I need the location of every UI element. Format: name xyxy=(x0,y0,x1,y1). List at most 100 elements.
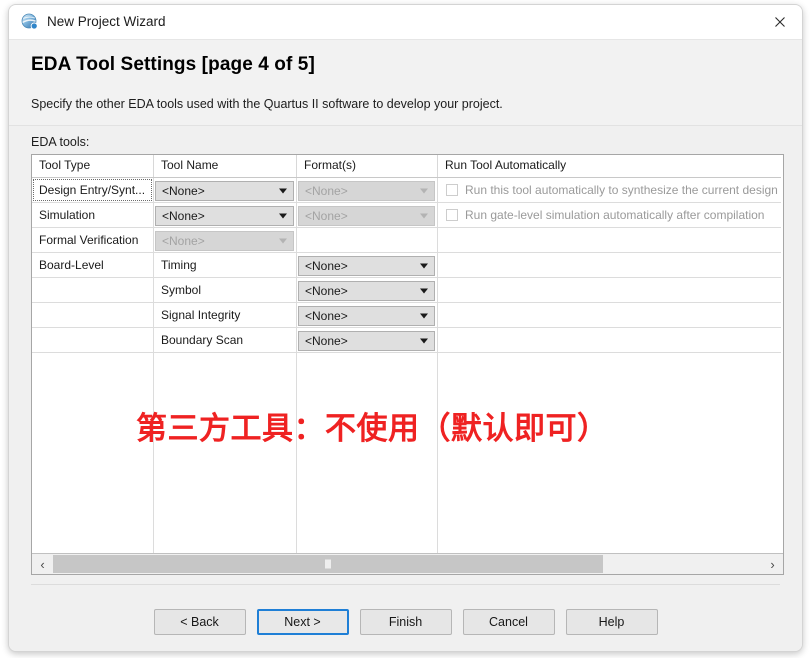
tool-type-label: Formal Verification xyxy=(39,233,139,247)
cell-format[interactable]: <None> xyxy=(297,278,438,302)
tool-type-label: Design Entry/Synt... xyxy=(39,183,146,197)
combo-value: <None> xyxy=(162,183,205,198)
cell-format[interactable] xyxy=(297,228,438,252)
new-project-wizard-dialog: New Project Wizard EDA Tool Settings [pa… xyxy=(8,4,803,652)
table-row: Signal Integrity <None> xyxy=(32,303,781,328)
combo-value: <None> xyxy=(305,283,348,298)
cell-tool-type[interactable]: Design Entry/Synt... xyxy=(32,178,154,202)
run-auto-label: Run this tool automatically to synthesiz… xyxy=(465,183,778,197)
dialog-titlebar: New Project Wizard xyxy=(9,5,802,40)
page-title: EDA Tool Settings [page 4 of 5] xyxy=(31,54,315,75)
cell-tool-name[interactable]: <None> xyxy=(154,203,297,227)
cell-run-tool-automatically[interactable]: Run gate-level simulation automatically … xyxy=(438,203,781,227)
tool-name-dropdown[interactable]: <None> xyxy=(155,205,294,226)
combo-value: <None> xyxy=(305,308,348,323)
chevron-down-icon xyxy=(420,313,428,318)
cell-tool-name[interactable]: Signal Integrity xyxy=(154,303,297,327)
cell-tool-type[interactable]: Simulation xyxy=(32,203,154,227)
tool-type-label: Simulation xyxy=(39,208,96,222)
cell-run-tool-automatically[interactable] xyxy=(438,253,781,277)
cell-run-tool-automatically[interactable]: Run this tool automatically to synthesiz… xyxy=(438,178,781,202)
dialog-button-bar: < Back Next > Finish Cancel Help xyxy=(9,609,802,635)
cell-tool-type[interactable] xyxy=(32,303,154,327)
format-dropdown[interactable]: <None> xyxy=(298,280,435,301)
table-row: Formal Verification <None> xyxy=(32,228,781,253)
cell-run-tool-automatically[interactable] xyxy=(438,278,781,302)
format-dropdown: <None> xyxy=(298,205,435,226)
tool-name-label: Signal Integrity xyxy=(161,308,241,322)
table-row: Symbol <None> xyxy=(32,278,781,303)
format-dropdown: <None> xyxy=(298,180,435,201)
scroll-right-arrow-icon[interactable]: › xyxy=(762,554,783,574)
format-dropdown[interactable]: <None> xyxy=(298,255,435,276)
cell-tool-name[interactable]: Boundary Scan xyxy=(154,328,297,352)
back-button[interactable]: < Back xyxy=(153,609,246,635)
red-annotation-text: 第三方工具：不使用（默认即可） xyxy=(136,411,609,446)
dialog-header-band: EDA Tool Settings [page 4 of 5] Specify … xyxy=(9,40,802,126)
chevron-down-icon xyxy=(279,213,287,218)
eda-tools-table-viewport: Tool Type Tool Name Format(s) Run Tool Auto… xyxy=(32,155,781,553)
footer-separator xyxy=(31,584,780,585)
combo-value: <None> xyxy=(162,233,205,248)
cell-format[interactable]: <None> xyxy=(297,303,438,327)
column-header-1[interactable]: Tool Name xyxy=(154,155,297,177)
tool-name-label: Symbol xyxy=(161,283,202,297)
chevron-down-icon xyxy=(420,338,428,343)
table-row: Design Entry/Synt... <None> <None> Run this… xyxy=(32,178,781,203)
cell-run-tool-automatically[interactable] xyxy=(438,228,781,252)
cell-tool-type[interactable]: Formal Verification xyxy=(32,228,154,252)
format-dropdown[interactable]: <None> xyxy=(298,305,435,326)
tool-name-label: Boundary Scan xyxy=(161,333,244,347)
quartus-globe-icon xyxy=(21,13,39,31)
finish-button[interactable]: Finish xyxy=(359,609,452,635)
dialog-title: New Project Wizard xyxy=(47,14,166,29)
column-header-2[interactable]: Format(s) xyxy=(297,155,438,177)
cell-tool-name[interactable]: <None> xyxy=(154,178,297,202)
cell-run-tool-automatically[interactable] xyxy=(438,328,781,352)
help-button[interactable]: Help xyxy=(565,609,658,635)
chevron-down-icon xyxy=(279,188,287,193)
column-header-3[interactable]: Run Tool Automatically xyxy=(438,155,781,177)
run-auto-checkbox-wrap[interactable]: Run gate-level simulation automatically … xyxy=(438,208,781,222)
dialog-body: EDA tools: Tool Type Tool Name Format(s) Ru… xyxy=(9,126,802,651)
cell-format[interactable]: <None> xyxy=(297,203,438,227)
cell-format[interactable]: <None> xyxy=(297,178,438,202)
run-auto-label: Run gate-level simulation automatically … xyxy=(465,208,765,222)
close-icon[interactable] xyxy=(758,5,802,39)
combo-value: <None> xyxy=(305,258,348,273)
horizontal-scrollbar[interactable]: ‹ › xyxy=(32,553,783,574)
combo-value: <None> xyxy=(305,183,348,198)
chevron-down-icon xyxy=(420,288,428,293)
run-auto-checkbox-wrap[interactable]: Run this tool automatically to synthesiz… xyxy=(438,183,781,197)
cell-tool-name[interactable]: <None> xyxy=(154,228,297,252)
cancel-button[interactable]: Cancel xyxy=(462,609,555,635)
tool-name-dropdown[interactable]: <None> xyxy=(155,180,294,201)
cell-tool-name[interactable]: Symbol xyxy=(154,278,297,302)
table-row: Board-Level Timing <None> xyxy=(32,253,781,278)
table-row: Boundary Scan <None> xyxy=(32,328,781,353)
cell-tool-type[interactable] xyxy=(32,328,154,352)
scrollbar-track[interactable] xyxy=(53,554,762,574)
tool-type-label: Board-Level xyxy=(39,258,104,272)
combo-value: <None> xyxy=(162,208,205,223)
column-header-0[interactable]: Tool Type xyxy=(32,155,154,177)
eda-tools-label: EDA tools: xyxy=(31,135,90,149)
run-auto-checkbox[interactable] xyxy=(446,209,458,221)
scroll-left-arrow-icon[interactable]: ‹ xyxy=(32,554,53,574)
cell-tool-name[interactable]: Timing xyxy=(154,253,297,277)
cell-tool-type[interactable]: Board-Level xyxy=(32,253,154,277)
screenshot-root: New Project Wizard EDA Tool Settings [pa… xyxy=(0,0,811,658)
cell-format[interactable]: <None> xyxy=(297,253,438,277)
page-subtitle: Specify the other EDA tools used with th… xyxy=(31,97,503,111)
scrollbar-thumb[interactable] xyxy=(53,555,603,573)
run-auto-checkbox[interactable] xyxy=(446,184,458,196)
chevron-down-icon xyxy=(420,188,428,193)
next-button[interactable]: Next > xyxy=(256,609,349,635)
cell-format[interactable]: <None> xyxy=(297,328,438,352)
chevron-down-icon xyxy=(420,263,428,268)
cell-run-tool-automatically[interactable] xyxy=(438,303,781,327)
format-dropdown[interactable]: <None> xyxy=(298,330,435,351)
chevron-down-icon xyxy=(420,213,428,218)
eda-tools-grid: Tool Type Tool Name Format(s) Run Tool Auto… xyxy=(32,155,781,353)
cell-tool-type[interactable] xyxy=(32,278,154,302)
